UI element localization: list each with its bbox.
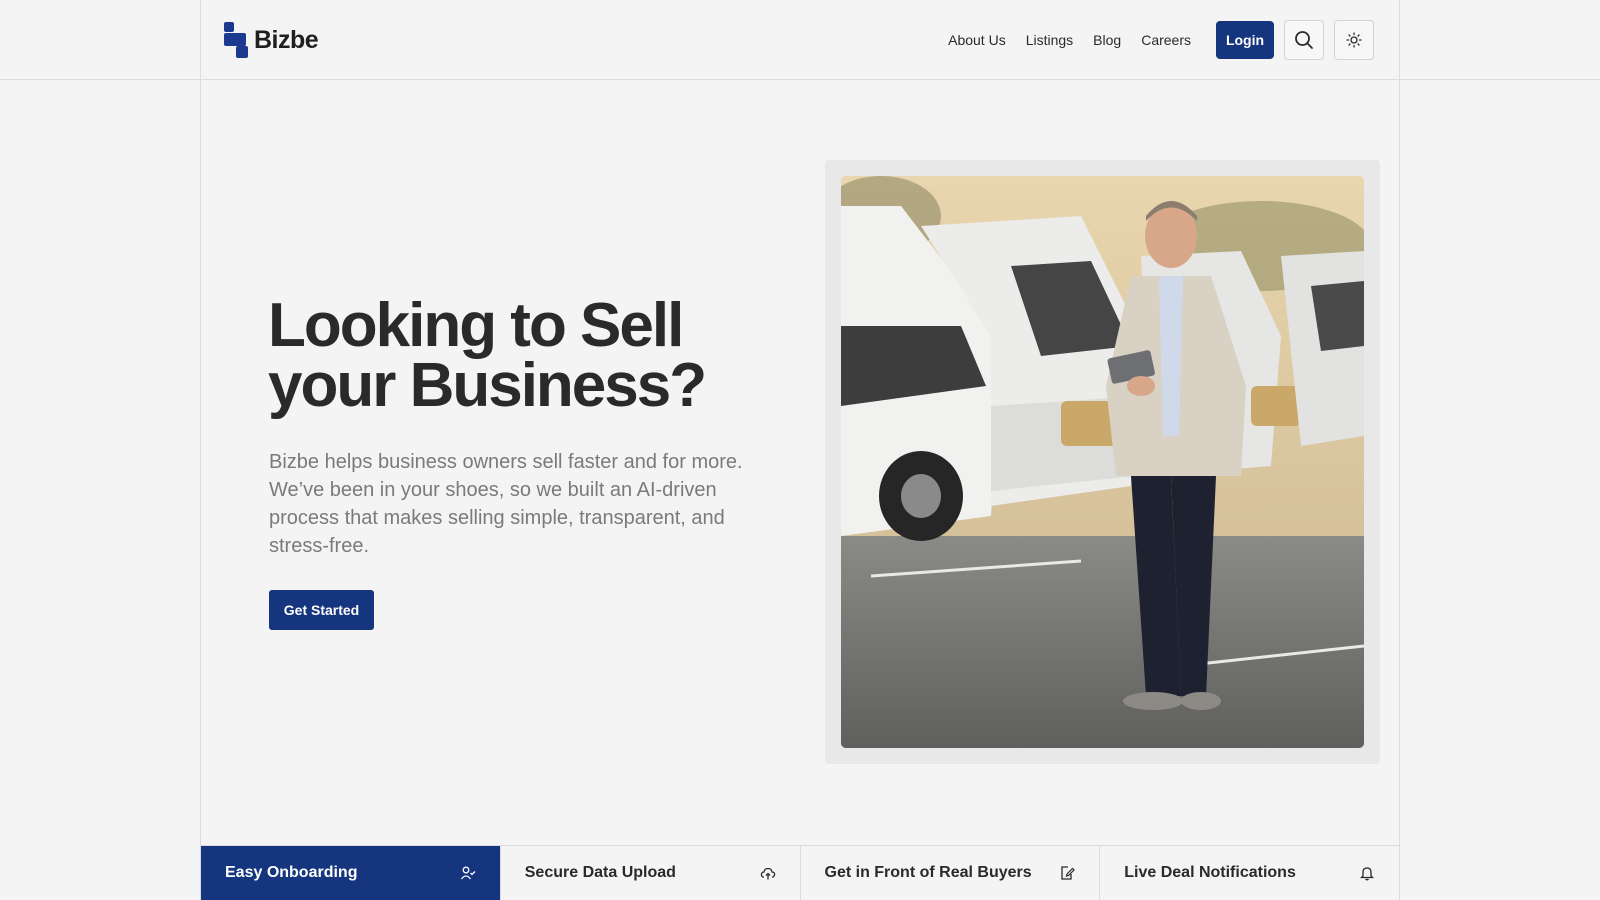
get-started-button[interactable]: Get Started bbox=[269, 590, 374, 630]
logo-icon bbox=[224, 22, 250, 58]
hero-photo bbox=[841, 176, 1364, 748]
hero-description: Bizbe helps business owners sell faster … bbox=[269, 451, 743, 557]
hero-title: Looking to Sell your Business? bbox=[268, 295, 788, 417]
search-button[interactable] bbox=[1284, 20, 1324, 60]
hero-title-line-2: your Business? bbox=[268, 351, 707, 420]
theme-toggle-button[interactable] bbox=[1334, 20, 1374, 60]
feature-label: Get in Front of Real Buyers bbox=[824, 864, 1032, 881]
sun-icon bbox=[1346, 32, 1362, 48]
hero-photo-illustration bbox=[841, 176, 1364, 748]
nav-about-us[interactable]: About Us bbox=[948, 32, 1006, 48]
hero-title-line-1: Looking to Sell bbox=[268, 291, 684, 360]
login-button[interactable]: Login bbox=[1216, 21, 1274, 59]
brand-logo[interactable]: Bizbe bbox=[224, 22, 319, 58]
nav-careers[interactable]: Careers bbox=[1141, 32, 1191, 48]
feature-label: Secure Data Upload bbox=[524, 864, 676, 881]
main-nav: About Us Listings Blog Careers Login bbox=[948, 20, 1374, 60]
feature-label: Live Deal Notifications bbox=[1124, 864, 1296, 881]
search-icon bbox=[1295, 31, 1313, 49]
cloud-upload-icon bbox=[760, 867, 775, 880]
feature-tab-live-deal-notifications[interactable]: Live Deal Notifications bbox=[1100, 846, 1399, 900]
brand-name: Bizbe bbox=[254, 25, 319, 54]
hero-image-frame bbox=[825, 160, 1380, 764]
nav-listings[interactable]: Listings bbox=[1026, 32, 1073, 48]
edit-document-icon bbox=[1061, 866, 1076, 880]
user-check-icon bbox=[460, 866, 476, 880]
feature-tab-secure-data-upload[interactable]: Secure Data Upload bbox=[501, 846, 801, 900]
bell-icon bbox=[1359, 867, 1375, 881]
feature-tab-real-buyers[interactable]: Get in Front of Real Buyers bbox=[801, 846, 1101, 900]
feature-label: Easy Onboarding bbox=[225, 864, 358, 881]
feature-tab-easy-onboarding[interactable]: Easy Onboarding bbox=[201, 846, 501, 900]
nav-blog[interactable]: Blog bbox=[1093, 32, 1121, 48]
feature-tabs: Easy Onboarding Secure Data Upload Get i… bbox=[201, 845, 1399, 900]
